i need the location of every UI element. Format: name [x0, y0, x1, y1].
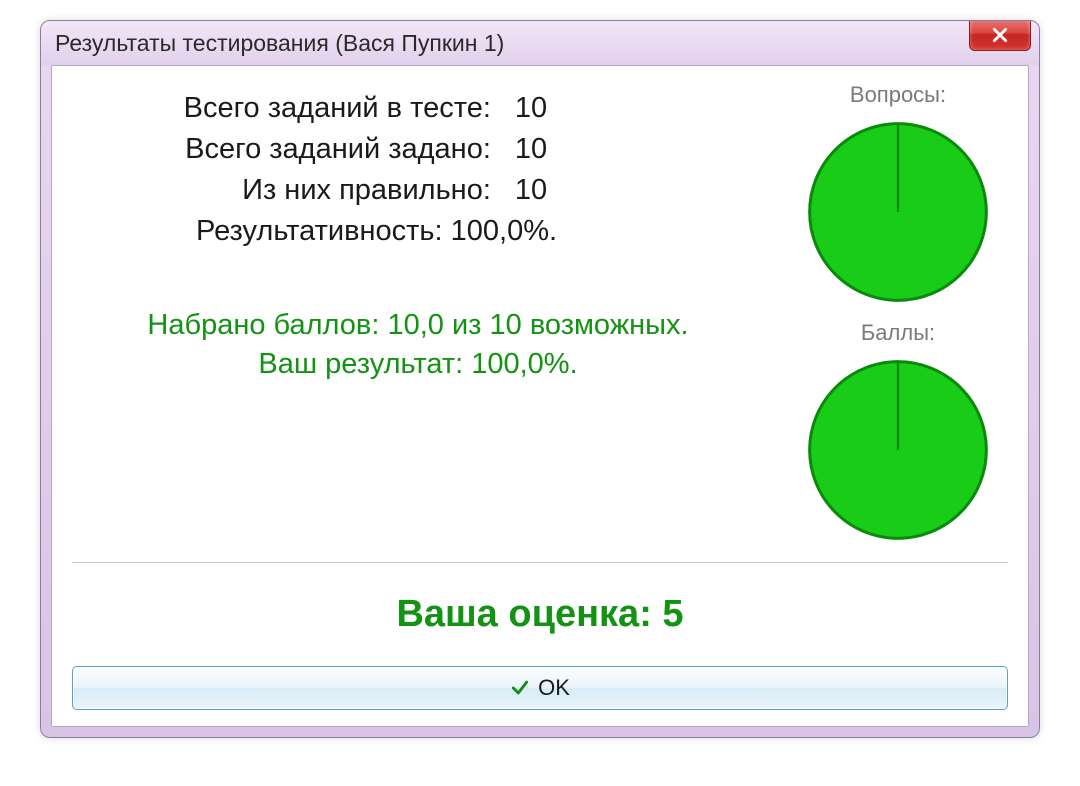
chart-points-label: Баллы: [861, 320, 935, 346]
stat-correct-value: 10 [515, 174, 764, 207]
charts-column: Вопросы: Баллы: [788, 82, 1008, 544]
pie-chart-points [804, 356, 992, 544]
dialog-window: Результаты тестирования (Вася Пупкин 1) … [40, 20, 1040, 738]
stat-total-label: Всего заданий в тесте: [72, 92, 515, 125]
stat-correct: Из них правильно: 10 [72, 174, 764, 207]
close-button[interactable] [969, 20, 1031, 51]
grade-text: Ваша оценка: 5 [72, 593, 1008, 636]
stat-total: Всего заданий в тесте: 10 [72, 92, 764, 125]
stat-correct-label: Из них правильно: [72, 174, 515, 207]
stat-efficiency: Результативность: 100,0%. [72, 215, 764, 248]
titlebar: Результаты тестирования (Вася Пупкин 1) [41, 21, 1039, 65]
stat-asked: Всего заданий задано: 10 [72, 133, 764, 166]
close-icon [991, 26, 1009, 44]
checkmark-icon [510, 678, 530, 698]
stat-total-value: 10 [515, 92, 764, 125]
stat-asked-label: Всего заданий задано: [72, 133, 515, 166]
divider [72, 562, 1008, 563]
ok-button-label: OK [538, 675, 570, 701]
content-row: Всего заданий в тесте: 10 Всего заданий … [72, 82, 1008, 544]
stats-block: Всего заданий в тесте: 10 Всего заданий … [72, 82, 764, 384]
stat-asked-value: 10 [515, 133, 764, 166]
ok-button[interactable]: OK [72, 666, 1008, 710]
chart-questions-label: Вопросы: [850, 82, 946, 108]
score-line-2: Ваш результат: 100,0%. [72, 345, 764, 384]
score-line-1: Набрано баллов: 10,0 из 10 возможных. [72, 306, 764, 345]
pie-chart-questions [804, 118, 992, 306]
window-title: Результаты тестирования (Вася Пупкин 1) [55, 30, 504, 57]
score-block: Набрано баллов: 10,0 из 10 возможных. Ва… [72, 306, 764, 384]
dialog-client-area: Всего заданий в тесте: 10 Всего заданий … [51, 65, 1029, 727]
